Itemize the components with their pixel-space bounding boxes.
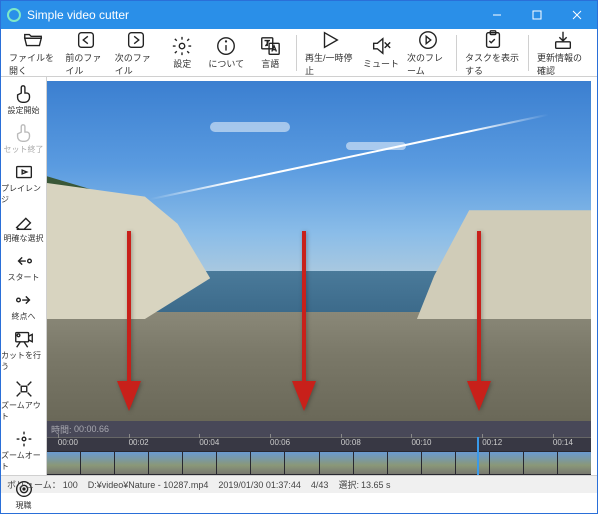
goto-end-icon bbox=[12, 289, 36, 311]
time-value: 00:00.66 bbox=[74, 424, 109, 434]
timeline-ruler[interactable]: 00:00 00:02 00:04 00:06 00:08 00:10 00:1… bbox=[47, 437, 591, 451]
show-tasks-button[interactable]: タスクを表示する bbox=[461, 31, 524, 75]
cut-icon bbox=[12, 328, 36, 350]
maximize-button[interactable] bbox=[517, 1, 557, 29]
step-forward-icon bbox=[416, 29, 440, 51]
gear-icon bbox=[170, 35, 194, 57]
play-icon bbox=[318, 29, 342, 51]
eraser-icon bbox=[12, 211, 36, 233]
annotation-arrow bbox=[292, 231, 316, 411]
folder-open-icon bbox=[21, 29, 45, 51]
zoom-out-icon bbox=[12, 378, 36, 400]
app-icon bbox=[7, 8, 21, 22]
sidebar: 設定開始 セット終了 プレイレンジ 明確な選択 スタート 終点へ カットを行う … bbox=[1, 77, 47, 475]
mute-icon bbox=[369, 35, 393, 57]
window-buttons bbox=[477, 1, 597, 29]
preview-area: 時間: 00:00.66 00:00 00:02 00:04 00:06 00:… bbox=[47, 77, 597, 475]
annotation-arrow bbox=[117, 231, 141, 411]
goto-start-button[interactable]: スタート bbox=[1, 248, 46, 287]
play-range-icon bbox=[12, 161, 36, 183]
tick: 00:02 bbox=[129, 438, 149, 447]
play-range-button[interactable]: プレイレンジ bbox=[1, 159, 46, 209]
play-pause-button[interactable]: 再生/一時停止 bbox=[301, 31, 359, 75]
statusbar: ボリューム： 100 D:¥video¥Nature - 10287.mp4 2… bbox=[1, 475, 597, 493]
selection-label: 選択: bbox=[338, 478, 359, 491]
toolbar: ファイルを開く 前のファイル 次のファイル 設定 について 言語 再生/一時停止… bbox=[1, 29, 597, 77]
annotation-arrow bbox=[467, 231, 491, 411]
close-button[interactable] bbox=[557, 1, 597, 29]
tick: 00:04 bbox=[199, 438, 219, 447]
zoom-auto-icon bbox=[12, 428, 36, 450]
next-frame-button[interactable]: 次のフレーム bbox=[403, 31, 452, 75]
toolbar-separator bbox=[296, 35, 297, 71]
mute-button[interactable]: ミュート bbox=[359, 31, 403, 75]
toolbar-separator bbox=[456, 35, 457, 71]
goto-end-button[interactable]: 終点へ bbox=[1, 287, 46, 326]
selection-value: 13.65 s bbox=[361, 480, 391, 490]
hand-point-icon bbox=[12, 122, 36, 144]
next-icon bbox=[124, 29, 148, 51]
titlebar: Simple video cutter bbox=[1, 1, 597, 29]
file-datetime: 2019/01/30 01:37:44 bbox=[218, 480, 301, 490]
tick: 00:08 bbox=[341, 438, 361, 447]
tick: 00:00 bbox=[58, 438, 78, 447]
tick: 00:12 bbox=[482, 438, 502, 447]
download-icon bbox=[551, 29, 575, 51]
prev-file-button[interactable]: 前のファイル bbox=[61, 31, 110, 75]
volume-value: 100 bbox=[63, 480, 78, 490]
timeline[interactable]: 時間: 00:00.66 00:00 00:02 00:04 00:06 00:… bbox=[47, 421, 591, 475]
set-start-button[interactable]: 設定開始 bbox=[1, 81, 46, 120]
about-button[interactable]: について bbox=[204, 31, 248, 75]
zoom-auto-button[interactable]: ズームオート bbox=[1, 426, 46, 476]
clear-selection-button[interactable]: 明確な選択 bbox=[1, 209, 46, 248]
next-file-button[interactable]: 次のファイル bbox=[111, 31, 160, 75]
toolbar-separator bbox=[528, 35, 529, 71]
hand-point-icon bbox=[12, 83, 36, 105]
tick: 00:06 bbox=[270, 438, 290, 447]
minimize-button[interactable] bbox=[477, 1, 517, 29]
do-cut-button[interactable]: カットを行う bbox=[1, 326, 46, 376]
zoom-out-button[interactable]: ズームアウト bbox=[1, 376, 46, 426]
frame-counter: 4/43 bbox=[311, 480, 329, 490]
settings-button[interactable]: 設定 bbox=[160, 31, 204, 75]
language-icon bbox=[258, 35, 282, 57]
time-label: 時間: bbox=[51, 423, 72, 436]
tasks-icon bbox=[481, 29, 505, 51]
playhead[interactable] bbox=[477, 437, 479, 475]
set-end-button[interactable]: セット終了 bbox=[1, 120, 46, 159]
volume-label: ボリューム： bbox=[7, 478, 61, 491]
check-update-button[interactable]: 更新情報の確認 bbox=[533, 31, 593, 75]
prev-icon bbox=[74, 29, 98, 51]
tick: 00:10 bbox=[411, 438, 431, 447]
timeline-thumbnails[interactable] bbox=[47, 451, 591, 475]
goto-start-icon bbox=[12, 250, 36, 272]
tick: 00:14 bbox=[553, 438, 573, 447]
open-file-button[interactable]: ファイルを開く bbox=[5, 31, 61, 75]
info-icon bbox=[214, 35, 238, 57]
window-title: Simple video cutter bbox=[27, 8, 477, 22]
language-button[interactable]: 言語 bbox=[248, 31, 292, 75]
video-preview[interactable] bbox=[47, 81, 591, 421]
file-path: D:¥video¥Nature - 10287.mp4 bbox=[88, 480, 209, 490]
